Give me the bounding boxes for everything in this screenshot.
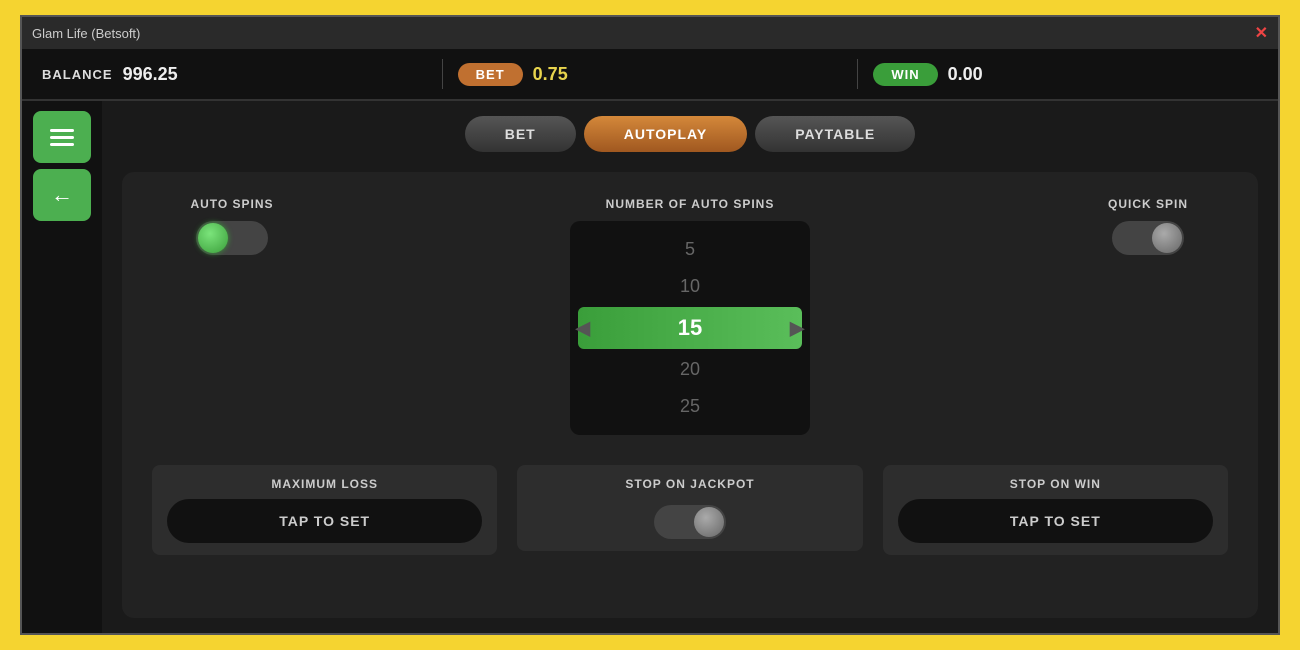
maximum-loss-tap-button[interactable]: TAP TO SET xyxy=(167,499,482,543)
number-picker-section: NUMBER OF AUTO SPINS 5 10 15 20 25 ◀ ▶ xyxy=(342,197,1038,435)
auto-spins-label: AUTO SPINS xyxy=(190,197,273,211)
picker-item-5[interactable]: 5 xyxy=(570,231,810,268)
window-title: Glam Life (Betsoft) xyxy=(32,26,140,41)
picker-item-20[interactable]: 20 xyxy=(570,351,810,388)
title-bar: Glam Life (Betsoft) ✕ xyxy=(22,17,1278,49)
stop-on-jackpot-thumb xyxy=(694,507,724,537)
quick-spin-thumb xyxy=(1152,223,1182,253)
quick-spin-toggle[interactable] xyxy=(1112,221,1184,255)
balance-item: BALANCE 996.25 xyxy=(42,64,427,85)
picker-item-10[interactable]: 10 xyxy=(570,268,810,305)
win-item: WIN 0.00 xyxy=(873,63,1258,86)
back-arrow-icon: ← xyxy=(51,182,73,208)
divider-1 xyxy=(442,59,443,89)
divider-2 xyxy=(857,59,858,89)
close-button[interactable]: ✕ xyxy=(1255,23,1268,43)
stop-on-jackpot-outer: STOP ON JACKPOT xyxy=(517,465,862,551)
bet-item: BET 0.75 xyxy=(458,63,843,86)
stop-on-win-section: STOP ON WIN TAP TO SET xyxy=(883,465,1228,555)
panel-top-row: AUTO SPINS NUMBER OF AUTO SPINS 5 10 15 … xyxy=(152,197,1228,435)
bet-label: BET xyxy=(458,63,523,86)
tab-autoplay[interactable]: AUTOPLAY xyxy=(584,116,747,152)
autoplay-panel: DEMO FREE SLOT AUTO SPINS NUMBER OF AUTO… xyxy=(122,172,1258,618)
hamburger-icon xyxy=(50,129,74,146)
auto-spins-toggle[interactable] xyxy=(196,221,268,255)
main-window: Glam Life (Betsoft) ✕ BALANCE 996.25 BET… xyxy=(20,15,1280,635)
number-picker-label: NUMBER OF AUTO SPINS xyxy=(606,197,775,211)
stop-on-win-outer: STOP ON WIN TAP TO SET xyxy=(883,465,1228,555)
maximum-loss-title: MAXIMUM LOSS xyxy=(271,477,378,491)
quick-spin-label: QUICK SPIN xyxy=(1108,197,1188,211)
menu-button[interactable] xyxy=(33,111,91,163)
bet-value: 0.75 xyxy=(533,64,568,85)
stats-bar: BALANCE 996.25 BET 0.75 WIN 0.00 xyxy=(22,49,1278,101)
balance-label: BALANCE xyxy=(42,67,113,82)
stop-on-jackpot-toggle[interactable] xyxy=(654,505,726,539)
back-button[interactable]: ← xyxy=(33,169,91,221)
picker-item-25[interactable]: 25 xyxy=(570,388,810,425)
win-value: 0.00 xyxy=(948,64,983,85)
picker-item-15-selected[interactable]: 15 xyxy=(578,307,802,349)
picker-arrow-right[interactable]: ▶ xyxy=(790,316,805,341)
stop-on-jackpot-section: STOP ON JACKPOT xyxy=(517,465,862,555)
content-area: BET AUTOPLAY PAYTABLE DEMO FREE SLOT AUT… xyxy=(102,101,1278,633)
balance-value: 996.25 xyxy=(123,64,178,85)
quick-spin-section: QUICK SPIN xyxy=(1068,197,1228,255)
tab-bet[interactable]: BET xyxy=(465,116,576,152)
stop-on-win-tap-button[interactable]: TAP TO SET xyxy=(898,499,1213,543)
tab-paytable[interactable]: PAYTABLE xyxy=(755,116,915,152)
auto-spins-section: AUTO SPINS xyxy=(152,197,312,255)
main-area: ← BET AUTOPLAY PAYTABLE DEMO FREE SLOT A… xyxy=(22,101,1278,633)
maximum-loss-outer: MAXIMUM LOSS TAP TO SET xyxy=(152,465,497,555)
number-picker[interactable]: 5 10 15 20 25 ◀ ▶ xyxy=(570,221,810,435)
stop-on-jackpot-title: STOP ON JACKPOT xyxy=(625,477,754,491)
win-label: WIN xyxy=(873,63,937,86)
panel-bottom-row: MAXIMUM LOSS TAP TO SET STOP ON JACKPOT xyxy=(152,465,1228,555)
picker-arrow-left[interactable]: ◀ xyxy=(575,316,590,341)
stop-on-win-title: STOP ON WIN xyxy=(1010,477,1101,491)
auto-spins-thumb xyxy=(198,223,228,253)
nav-tabs: BET AUTOPLAY PAYTABLE xyxy=(122,116,1258,152)
maximum-loss-section: MAXIMUM LOSS TAP TO SET xyxy=(152,465,497,555)
sidebar: ← xyxy=(22,101,102,633)
